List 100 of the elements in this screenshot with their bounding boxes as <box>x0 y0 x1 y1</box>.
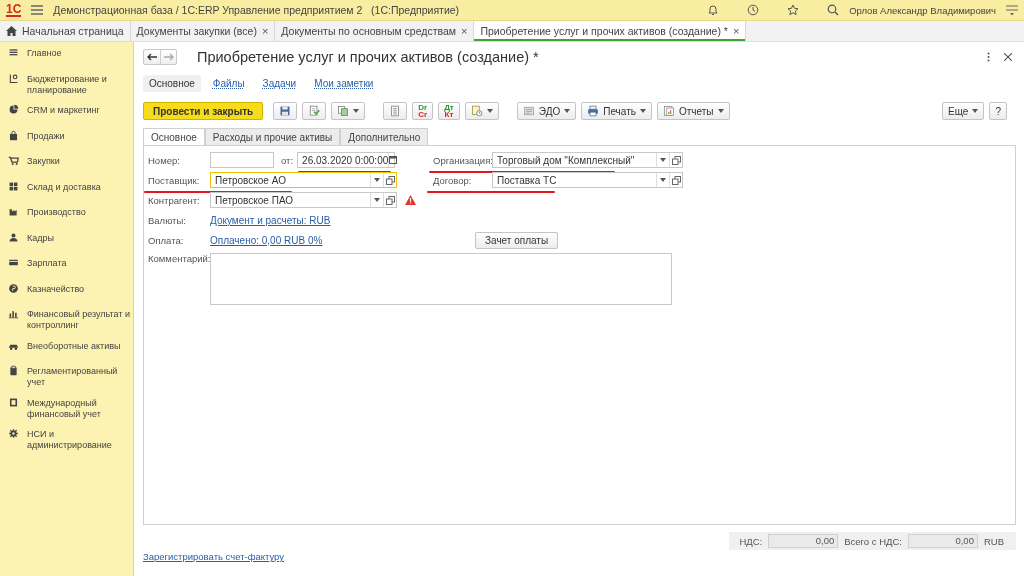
sidebar-item[interactable]: Закупки <box>0 153 133 175</box>
menu-icon[interactable] <box>31 5 44 15</box>
sidebar-item[interactable]: Производство <box>0 204 133 226</box>
sidebar-item[interactable]: Бюджетирование и планирование <box>0 70 133 99</box>
payment-offset-button[interactable]: Зачет оплаты <box>475 231 559 249</box>
caret-icon <box>717 109 724 113</box>
toolbar-dropdown-button[interactable] <box>331 102 366 120</box>
select-field[interactable]: Петровское АО <box>210 172 397 188</box>
number-field[interactable] <box>210 152 274 168</box>
section-icon <box>8 257 19 268</box>
document-clock-icon <box>470 105 483 117</box>
search-icon[interactable] <box>827 4 840 16</box>
field-label: от: <box>281 154 294 166</box>
comment-field[interactable] <box>210 253 672 305</box>
post-and-close-button[interactable]: Провести и закрыть <box>143 102 264 120</box>
history-icon[interactable] <box>747 4 760 16</box>
more-icon[interactable] <box>987 52 990 62</box>
currency-label: RUB <box>983 535 1004 547</box>
field-label: Всего с НДС: <box>844 535 902 547</box>
user-name[interactable]: Орлов Александр Владимирович <box>849 4 996 16</box>
close-icon[interactable] <box>1004 53 1012 61</box>
caret-icon <box>374 198 380 202</box>
select-field[interactable]: Торговый дом "Комплексный" <box>492 152 683 168</box>
toolbar-button[interactable] <box>273 102 298 120</box>
field-label: Валюты: <box>148 214 187 226</box>
field-label: Контрагент: <box>148 194 201 206</box>
sidebar-item[interactable]: Международный финансовый учет <box>0 394 133 423</box>
form-tab[interactable]: Основное <box>143 128 205 145</box>
section-icon <box>8 231 19 243</box>
sidebar-item[interactable]: Финансовый результат и контроллинг <box>0 306 133 334</box>
ledger-button[interactable]: Дт Кт <box>438 102 460 120</box>
tab[interactable]: Приобретение услуг и прочих активов (создание) * × <box>474 21 747 41</box>
form-tab[interactable]: Расходы и прочие активы <box>204 128 341 145</box>
field-label: НДС: <box>739 535 763 547</box>
menu-icon[interactable] <box>1006 4 1018 16</box>
select-field[interactable]: Поставка ТС <box>492 172 683 188</box>
sidebar-item[interactable]: CRM и маркетинг <box>0 102 133 124</box>
caret-icon <box>660 178 666 182</box>
sidebar-item[interactable]: Внеоборотные активы <box>0 337 133 360</box>
section-link[interactable]: Мои заметки <box>308 74 380 92</box>
sidebar-item[interactable]: Зарплата <box>0 255 133 277</box>
document-stack-icon <box>522 105 535 117</box>
section-link[interactable]: Задачи <box>256 74 303 92</box>
sidebar-item[interactable]: Казначейство <box>0 280 133 303</box>
section-icon <box>8 72 19 84</box>
form-title: Приобретение услуг и прочих активов (создание) * <box>197 49 540 65</box>
menu-button[interactable]: Отчеты <box>656 102 730 120</box>
section-icon <box>8 396 19 408</box>
close-tab-button[interactable]: × <box>461 25 468 37</box>
section-icon <box>8 47 19 58</box>
section-icon <box>8 282 19 294</box>
tab[interactable]: Документы закупки (все) × <box>130 21 276 41</box>
more-button[interactable]: Еще <box>942 102 985 120</box>
section-link[interactable]: Основное <box>143 74 201 92</box>
register-invoice-link[interactable]: Зарегистрировать счет-фактуру <box>143 551 285 562</box>
vat-field: 0,00 <box>768 534 839 548</box>
ledger-button[interactable]: Dr Cr <box>412 102 434 120</box>
calendar-icon <box>389 156 398 164</box>
help-button[interactable]: ? <box>989 102 1007 120</box>
sidebar-item[interactable]: НСИ и администрирование <box>0 426 133 454</box>
total-field: 0,00 <box>907 534 978 548</box>
star-icon[interactable] <box>787 4 800 16</box>
select-field[interactable]: Петровское ПАО <box>210 192 397 208</box>
section-icon <box>8 308 19 319</box>
sidebar-item[interactable]: Регламентированный учет <box>0 363 133 391</box>
field-label: Комментарий: <box>148 253 210 264</box>
close-tab-button[interactable]: × <box>732 25 740 37</box>
section-icon <box>8 365 19 376</box>
toolbar-button[interactable] <box>383 102 408 120</box>
toolbar-dropdown-button[interactable] <box>464 102 499 120</box>
section-icon <box>8 129 19 141</box>
toolbar-button[interactable] <box>302 102 327 120</box>
bell-icon[interactable] <box>707 4 720 16</box>
section-link[interactable]: Файлы <box>206 74 251 92</box>
field-label: Оплата: <box>148 234 185 246</box>
close-tab-button[interactable]: × <box>261 25 269 37</box>
tab[interactable]: Начальная страница <box>0 21 131 41</box>
section-icon <box>8 180 19 192</box>
logo: 1С <box>6 3 22 17</box>
form-tab[interactable]: Дополнительно <box>340 128 429 145</box>
section-icon <box>8 206 19 217</box>
printer-icon <box>587 105 600 117</box>
section-icon <box>8 428 19 439</box>
sidebar-item[interactable]: Склад и доставка <box>0 178 133 201</box>
field-label: Договор: <box>433 174 473 186</box>
caret-icon <box>374 178 380 182</box>
date-field[interactable]: 26.03.2020 0:00:00 <box>297 152 396 168</box>
menu-button[interactable]: ЭДО <box>516 102 577 120</box>
section-icon <box>8 155 19 166</box>
sidebar-item[interactable]: Главное <box>0 45 133 67</box>
currency-link[interactable]: Документ и расчеты: RUB <box>210 214 331 226</box>
home-icon <box>6 26 17 36</box>
document-check-icon <box>308 105 321 117</box>
caret-icon <box>639 109 646 113</box>
sidebar-item[interactable]: Продажи <box>0 127 133 150</box>
menu-button[interactable]: Печать <box>581 102 652 120</box>
caret-icon <box>660 158 666 162</box>
payment-link[interactable]: Оплачено: 0,00 RUB 0% <box>210 234 323 246</box>
field-label: Организация: <box>433 154 492 166</box>
sidebar-item[interactable]: Кадры <box>0 229 133 252</box>
